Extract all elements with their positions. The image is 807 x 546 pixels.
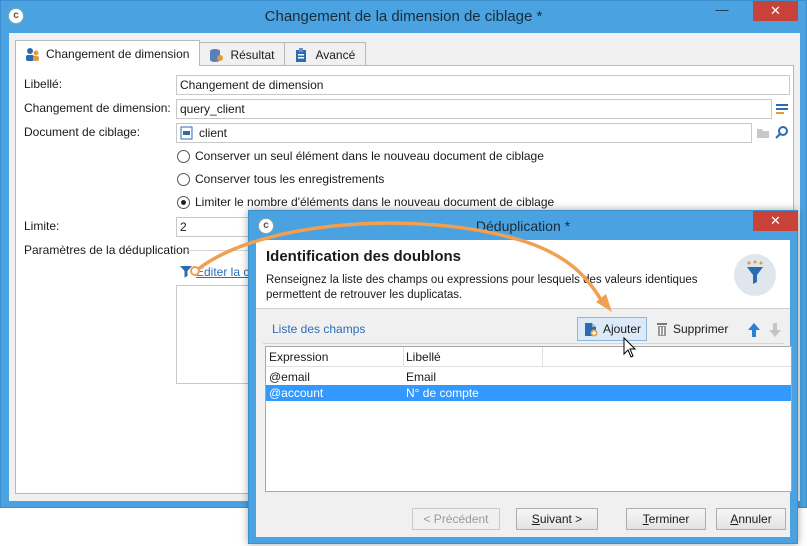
section-divider: [188, 250, 248, 251]
tab-label: Résultat: [230, 47, 275, 62]
dedup-preview-box: [176, 285, 256, 384]
tab-changement-dimension[interactable]: Changement de dimension: [15, 40, 201, 66]
dimension-label: Changement de dimension:: [24, 101, 171, 115]
column-divider: [542, 347, 543, 367]
tab-label: Changement de dimension: [46, 46, 190, 61]
add-button-label: Ajouter: [603, 322, 642, 336]
list-picker-icon[interactable]: [775, 102, 789, 116]
trash-icon: [657, 323, 667, 336]
radio-circle: [177, 149, 190, 163]
folder-icon[interactable]: [756, 126, 770, 139]
clipboard-icon: [296, 47, 307, 62]
finish-label-rest: erminer: [648, 512, 690, 526]
schema-doc-icon: [180, 126, 193, 140]
dedup-dialog-title: Déduplication *: [475, 218, 571, 234]
table-row-selected[interactable]: @account N° de compte: [266, 385, 791, 401]
delete-button-label: Supprimer: [673, 322, 729, 336]
tab-avance[interactable]: Avancé: [284, 42, 367, 66]
delete-button[interactable]: Supprimer: [650, 317, 733, 341]
main-close-button[interactable]: ✕: [753, 1, 798, 21]
fields-grid: Expression Libellé @email Email @account…: [265, 346, 792, 492]
people-icon: [26, 47, 39, 61]
dedup-header: Identification des doublons Renseignez l…: [256, 240, 790, 308]
radio-single-element[interactable]: Conserver un seul élément dans le nouvea…: [177, 149, 544, 163]
limite-label: Limite:: [24, 219, 60, 233]
libelle-label: Libellé:: [24, 77, 63, 91]
radio-label: Conserver tous les enregistrements: [195, 172, 385, 186]
tab-bar: Changement de dimension Résultat Avancé: [15, 40, 367, 66]
header-divider: [256, 308, 790, 309]
tab-resultat[interactable]: Résultat: [199, 42, 286, 66]
radio-limit-elements[interactable]: Limiter le nombre d'éléments dans le nou…: [177, 195, 554, 209]
dedup-client-area: Identification des doublons Renseignez l…: [256, 240, 792, 537]
radio-circle: [177, 172, 190, 186]
dedup-header-title: Identification des doublons: [266, 248, 461, 265]
tab-label: Avancé: [315, 47, 356, 62]
finish-button[interactable]: Terminer: [626, 508, 706, 530]
dedup-funnel-badge-icon: [734, 254, 776, 296]
add-field-icon: [585, 323, 598, 337]
move-down-icon[interactable]: [768, 322, 782, 338]
cell-expression: @email: [269, 370, 310, 384]
libelle-input[interactable]: Changement de dimension: [176, 75, 790, 95]
fields-list-label: Liste des champs: [272, 322, 366, 336]
dedup-close-button[interactable]: ✕: [753, 211, 798, 231]
dedup-dialog: c Déduplication * ✕ Identification des d…: [248, 210, 798, 544]
cancel-label-rest: nnuler: [738, 512, 772, 526]
table-row[interactable]: @email Email: [266, 369, 791, 385]
edit-dedup-link[interactable]: Editer la c: [196, 265, 249, 279]
limite-input[interactable]: 2: [176, 217, 256, 237]
radio-label: Limiter le nombre d'éléments dans le nou…: [195, 195, 555, 209]
minimize-button[interactable]: —: [707, 1, 737, 21]
document-value: client: [199, 126, 228, 140]
grid-header: Expression Libellé: [266, 347, 791, 367]
fields-toolbar: Liste des champs Ajouter Supprimer: [263, 314, 784, 344]
document-input[interactable]: client: [176, 123, 752, 143]
column-divider: [403, 347, 404, 367]
column-header-libelle[interactable]: Libellé: [406, 350, 441, 364]
radio-all-records[interactable]: Conserver tous les enregistrements: [177, 172, 384, 186]
next-accel-key: S: [531, 512, 540, 526]
cell-libelle: Email: [406, 370, 437, 384]
search-icon[interactable]: [775, 125, 789, 139]
database-icon: [210, 48, 224, 62]
next-label-rest: uivant >: [539, 512, 583, 526]
main-titlebar[interactable]: c Changement de la dimension de ciblage …: [1, 1, 806, 33]
cancel-button[interactable]: Annuler: [716, 508, 786, 530]
main-window-title: Changement de la dimension de ciblage *: [264, 8, 543, 25]
dedup-header-description: Renseignez la liste des champs ou expres…: [266, 274, 698, 301]
document-label: Document de ciblage:: [24, 125, 141, 139]
column-header-expression[interactable]: Expression: [269, 350, 328, 364]
radio-circle-checked: [177, 195, 190, 209]
previous-button[interactable]: < Précédent: [412, 508, 500, 530]
radio-label: Conserver un seul élément dans le nouvea…: [195, 149, 544, 163]
cell-expression: @account: [269, 386, 324, 400]
add-button[interactable]: Ajouter: [577, 317, 648, 341]
cell-libelle: N° de compte: [406, 386, 479, 400]
dimension-input[interactable]: query_client: [176, 99, 772, 119]
next-button[interactable]: Suivant >: [516, 508, 598, 530]
filter-icon: [180, 266, 192, 278]
dedup-section-label: Paramètres de la déduplication: [24, 243, 190, 257]
move-up-icon[interactable]: [747, 322, 761, 338]
